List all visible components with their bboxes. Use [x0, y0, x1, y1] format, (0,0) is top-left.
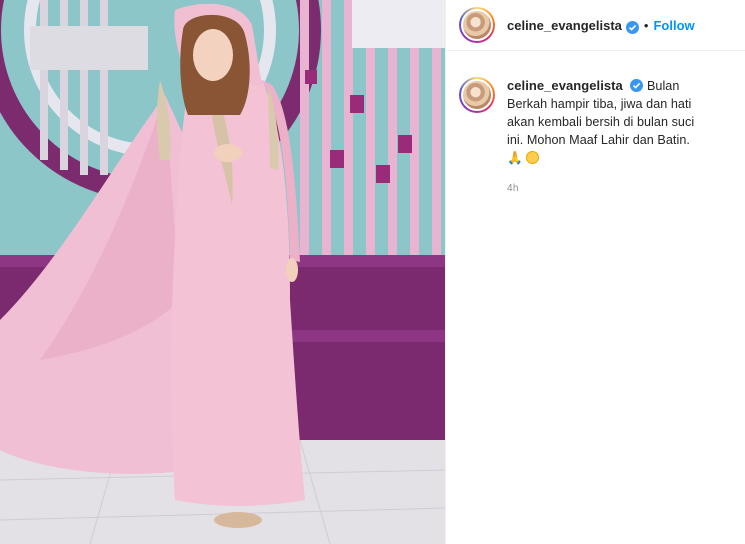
post-header: celine_evangelista • Follow [446, 0, 745, 51]
verified-badge-icon [630, 79, 644, 92]
smile-emoji-icon [526, 151, 540, 164]
post-sidebar: celine_evangelista • Follow celine_evang… [445, 0, 745, 544]
post-timestamp[interactable]: 4h [507, 180, 707, 198]
verified-badge-icon [625, 20, 639, 34]
post-photo[interactable] [0, 0, 445, 544]
avatar[interactable] [459, 7, 495, 43]
caption-row: celine_evangelista Bulan Berkah hampir t… [446, 51, 745, 198]
photo-illustration [0, 0, 445, 544]
separator-dot: • [643, 17, 649, 33]
avatar-image [461, 9, 493, 41]
caption-avatar[interactable] [459, 77, 495, 113]
caption: celine_evangelista Bulan Berkah hampir t… [507, 77, 707, 198]
caption-username[interactable]: celine_evangelista [507, 78, 623, 93]
instagram-post: celine_evangelista • Follow celine_evang… [0, 0, 745, 544]
avatar-image [461, 79, 493, 111]
follow-button[interactable]: Follow [653, 18, 694, 33]
header-username[interactable]: celine_evangelista [507, 18, 622, 33]
pray-emoji-icon: 🙏 [507, 151, 523, 165]
